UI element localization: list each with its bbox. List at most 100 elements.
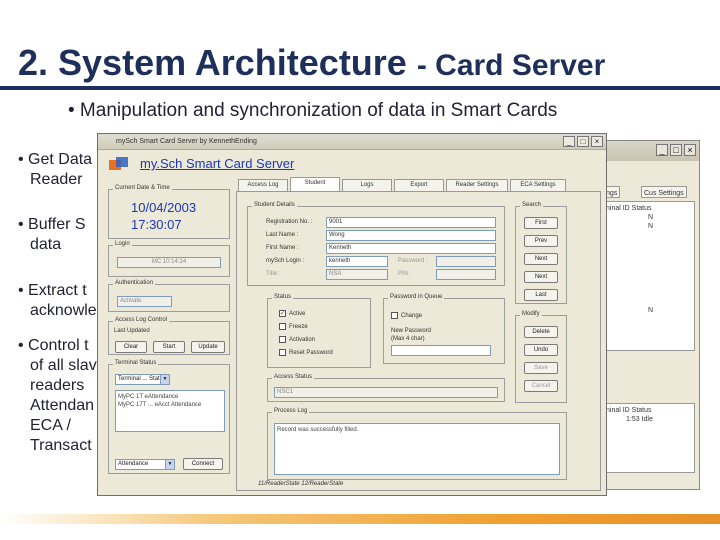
bullet-line: Transact xyxy=(30,437,92,454)
bullet-line: ECA / xyxy=(30,417,71,434)
minimize-icon[interactable]: _ xyxy=(563,136,575,147)
authentication-group: Authentication Activate xyxy=(108,280,230,312)
status-freeze-checkbox[interactable]: Freeze xyxy=(279,323,308,330)
student-tab-panel: Student Details Registration No. : 9001 … xyxy=(236,191,601,491)
mysch-login-label: mySch Login : xyxy=(266,258,305,264)
first-name-field[interactable]: Kenneth xyxy=(326,243,496,254)
checkbox-label: Active xyxy=(289,310,306,317)
tab-reader-settings[interactable]: Reader Settings xyxy=(446,179,508,191)
change-password-checkbox[interactable]: Change xyxy=(391,312,422,319)
tab-access-log[interactable]: Access Log xyxy=(238,179,288,191)
list-item[interactable]: MyPC 1T eAttendance xyxy=(118,393,222,401)
access-status-field: NSC1 xyxy=(274,387,498,398)
prev-button[interactable]: Prev xyxy=(524,235,558,247)
bullet-control: • Control t of all slav readers Attendan… xyxy=(18,336,97,456)
last-name-field[interactable]: Wong xyxy=(326,230,496,241)
search-group: Search First Prev Next Next Last xyxy=(515,202,567,304)
checkbox-label: Change xyxy=(401,312,423,319)
last-name-label: Last Name : xyxy=(266,232,299,238)
new-password-label: New Password xyxy=(391,328,432,334)
checkbox-box xyxy=(391,312,398,319)
panel-row: N xyxy=(648,307,654,314)
checkbox-label: Activation xyxy=(289,336,316,343)
checkbox-box xyxy=(279,349,286,356)
bullet-buffer: • Buffer S data xyxy=(18,215,86,255)
connect-button[interactable]: Connect xyxy=(183,458,223,470)
maximize-icon[interactable]: □ xyxy=(670,144,682,156)
terminal-select[interactable]: Terminal ... Status ▼ xyxy=(115,374,170,385)
clear-button[interactable]: Clear xyxy=(115,341,147,353)
chevron-down-icon: ▼ xyxy=(165,460,174,469)
chevron-down-icon: ▼ xyxy=(160,375,169,384)
checkbox-box xyxy=(279,336,286,343)
card-server-window: mySch Smart Card Server by KennethEnding… xyxy=(97,133,607,496)
close-icon[interactable]: × xyxy=(591,136,603,147)
panel-row: N xyxy=(648,214,654,221)
background-window-titlebar: _ □ × xyxy=(601,141,699,161)
title-rule xyxy=(0,86,720,90)
pin-label: PIN : xyxy=(398,271,412,277)
start-button[interactable]: Start xyxy=(153,341,185,353)
login-field: MC 10:14:24 xyxy=(117,257,221,268)
terminal-status-group: Terminal Status Terminal ... Status ▼ My… xyxy=(108,360,230,474)
close-icon[interactable]: × xyxy=(684,144,696,156)
bullet-line: • Control t xyxy=(18,337,89,354)
last-updated-label: Last Updated xyxy=(114,328,150,334)
group-caption: Password in Queue xyxy=(388,294,445,300)
new-password-field[interactable] xyxy=(391,345,491,356)
group-caption: Authentication xyxy=(113,280,156,286)
update-button[interactable]: Update xyxy=(191,341,225,353)
next-button-2[interactable]: Next xyxy=(524,271,558,283)
tab-student[interactable]: Student xyxy=(290,177,340,191)
cancel-button[interactable]: Cancel xyxy=(524,380,558,392)
password-label: Password : xyxy=(398,258,428,264)
bullet-line: Reader xyxy=(30,171,83,188)
tab-eca-settings[interactable]: ECA Settings xyxy=(510,179,566,191)
checkbox-label: Reset Password xyxy=(289,349,333,356)
tab-eca-settings[interactable]: Cus Settings xyxy=(641,186,687,198)
next-button[interactable]: Next xyxy=(524,253,558,265)
registration-field[interactable]: 9001 xyxy=(326,217,496,228)
presentation-slide: 2. System Architecture - Card Server • Ma… xyxy=(0,0,720,540)
checkbox-label: Freeze xyxy=(289,323,308,330)
terminal-list[interactable]: MyPC 1T eAttendance MyPC 17T ... eAcct A… xyxy=(115,390,225,432)
group-caption: Login xyxy=(113,241,132,247)
save-button[interactable]: Save xyxy=(524,362,558,374)
window-title: mySch Smart Card Server by KennethEnding xyxy=(116,138,257,145)
first-button[interactable]: First xyxy=(524,217,558,229)
tab-logs[interactable]: Logs xyxy=(342,179,392,191)
list-item[interactable]: MyPC 17T ... eAcct Attendance xyxy=(118,401,222,409)
bullet-line: • Extract t xyxy=(18,282,87,299)
group-caption: Access Log Control xyxy=(113,317,170,323)
mode-select[interactable]: Attendance ▼ xyxy=(115,459,175,470)
slide-title-sub: - Card Server xyxy=(416,49,606,82)
status-active-checkbox[interactable]: ✓ Active xyxy=(279,310,305,317)
app-logo-icon xyxy=(109,157,128,170)
last-button[interactable]: Last xyxy=(524,289,558,301)
slide-title: 2. System Architecture - Card Server xyxy=(18,42,605,84)
window-titlebar[interactable]: mySch Smart Card Server by KennethEnding… xyxy=(98,134,606,150)
status-activation-checkbox[interactable]: Activation xyxy=(279,336,315,343)
slide-title-main: 2. System Architecture xyxy=(18,42,407,83)
mysch-login-field[interactable]: kenneth xyxy=(326,256,388,267)
group-caption: Search xyxy=(520,202,544,208)
modify-group: Modify Delete Undo Save Cancel xyxy=(515,311,567,403)
process-log-text[interactable]: Record was successfully filled. xyxy=(274,423,560,475)
new-password-hint: (Max 4 char) xyxy=(391,336,425,342)
authentication-field[interactable]: Activate xyxy=(117,296,172,307)
group-caption: Student Details xyxy=(252,202,297,208)
undo-button[interactable]: Undo xyxy=(524,344,558,356)
group-caption: Current Date & Time xyxy=(113,185,172,191)
minimize-icon[interactable]: _ xyxy=(656,144,668,156)
login-group: Login MC 10:14:24 xyxy=(108,241,230,277)
delete-button[interactable]: Delete xyxy=(524,326,558,338)
window-controls: _ □ × xyxy=(563,136,603,147)
panel-row: N xyxy=(648,223,654,230)
title-label: Title : xyxy=(266,271,281,277)
status-reset-password-checkbox[interactable]: Reset Password xyxy=(279,349,333,356)
process-log-group: Process Log Record was successfully fill… xyxy=(267,408,567,480)
group-caption: Modify xyxy=(520,311,542,317)
student-details-group: Student Details Registration No. : 9001 … xyxy=(247,202,505,286)
tab-export[interactable]: Export xyxy=(394,179,444,191)
maximize-icon[interactable]: □ xyxy=(577,136,589,147)
